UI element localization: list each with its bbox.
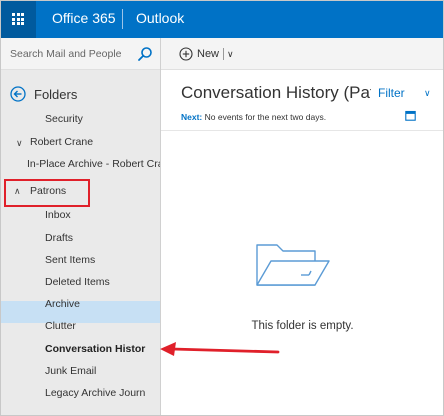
next-label[interactable]: Next: <box>181 112 202 122</box>
brand-label[interactable]: Office 365 <box>52 10 116 26</box>
next-events-bar: Next: No events for the next two days. <box>181 112 326 122</box>
new-button[interactable]: New ∨ <box>179 45 234 63</box>
header-divider <box>122 9 123 29</box>
plus-circle-icon <box>179 47 193 61</box>
filter-button[interactable]: Filter <box>378 86 405 100</box>
folder-item-security[interactable]: Security <box>45 113 83 125</box>
search-box[interactable]: Search Mail and People <box>0 38 160 70</box>
folder-item-inbox[interactable]: Inbox <box>45 209 71 221</box>
next-events-text: No events for the next two days. <box>204 112 327 122</box>
new-caret-divider <box>223 48 225 60</box>
folder-item-deleted-items[interactable]: Deleted Items <box>45 276 110 288</box>
search-input[interactable]: Search Mail and People <box>10 48 122 60</box>
top-bar: Office 365 Outlook <box>0 0 444 38</box>
app-launcher-button[interactable] <box>0 0 36 38</box>
folders-title: Folders <box>34 86 78 102</box>
app-launcher-icon <box>12 13 24 25</box>
annotation-highlight-box <box>4 179 90 207</box>
folder-item-legacy-archive-journal[interactable]: Legacy Archive Journ <box>45 387 145 399</box>
folder-item-drafts[interactable]: Drafts <box>45 232 73 244</box>
back-arrow-icon[interactable] <box>10 86 26 102</box>
folder-item-conversation-history[interactable]: Conversation Histor <box>45 343 145 355</box>
chevron-down-icon[interactable]: ∨ <box>16 138 23 149</box>
calendar-icon[interactable] <box>405 110 416 121</box>
new-button-label: New <box>197 48 220 60</box>
folder-item-clutter[interactable]: Clutter <box>45 320 76 332</box>
folder-item-archive[interactable]: Archive <box>45 298 80 310</box>
folder-item-junk-email[interactable]: Junk Email <box>45 365 96 377</box>
folder-item-sent-items[interactable]: Sent Items <box>45 254 95 266</box>
annotation-arrow-icon <box>160 342 280 356</box>
folders-header[interactable]: Folders <box>10 85 77 103</box>
toolbar: New ∨ <box>161 38 444 70</box>
chevron-down-icon[interactable]: ∨ <box>227 49 234 60</box>
search-icon[interactable] <box>137 46 153 62</box>
folder-title: Conversation History (Patro <box>181 83 371 102</box>
filter-chevron-down-icon[interactable]: ∨ <box>424 88 431 99</box>
empty-folder-message: This folder is empty. <box>251 320 354 332</box>
header-divider-line <box>161 130 444 131</box>
folder-item-robert-crane[interactable]: Robert Crane <box>30 136 93 148</box>
folder-item-in-place-archive[interactable]: In-Place Archive - Robert Crane <box>27 158 160 170</box>
open-folder-icon <box>256 244 330 286</box>
app-title[interactable]: Outlook <box>136 10 184 26</box>
folder-pane: Search Mail and People Folders <box>0 38 160 416</box>
